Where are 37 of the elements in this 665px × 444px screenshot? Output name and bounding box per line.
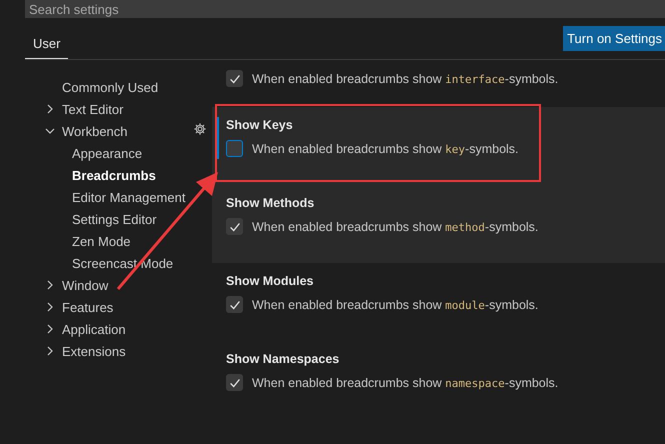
settings-tab[interactable]: User (25, 36, 68, 59)
chevron-right-icon[interactable] (45, 280, 55, 290)
chevron-right-icon[interactable] (45, 346, 55, 356)
setting-title: Show Modules (226, 274, 314, 290)
setting-checkbox[interactable] (226, 70, 243, 87)
tree-item[interactable]: Text Editor (62, 102, 124, 116)
chevron-down-icon[interactable] (45, 126, 55, 136)
setting-checkbox[interactable] (226, 296, 243, 313)
setting-title: Show Namespaces (226, 352, 340, 368)
chevron-right-icon[interactable] (45, 302, 55, 312)
chevron-right-icon[interactable] (45, 104, 55, 114)
setting-title: Show Methods (226, 196, 316, 212)
setting-checkbox[interactable] (226, 218, 243, 235)
tree-item[interactable]: Zen Mode (72, 234, 131, 248)
tree-item[interactable]: Editor Management (72, 190, 186, 204)
tree-item[interactable]: Window (62, 278, 108, 292)
tree-item[interactable]: Application (62, 322, 126, 336)
tree-item[interactable]: Appearance (72, 146, 142, 160)
settings-gear-icon[interactable] (193, 122, 207, 136)
setting-description: When enabled breadcrumbs show module-symbols. (252, 298, 538, 312)
setting-checkbox[interactable] (226, 140, 243, 157)
tree-item[interactable]: Extensions (62, 344, 126, 358)
tree-item[interactable]: Features (62, 300, 114, 314)
setting-description: When enabled breadcrumbs show namespace-symbols. (252, 376, 558, 390)
tree-item[interactable]: Workbench (62, 124, 128, 138)
tree-item[interactable]: Breadcrumbs (72, 168, 156, 182)
tree-item[interactable]: Settings Editor (72, 212, 157, 226)
search-field[interactable]: Search settings (25, 0, 665, 18)
setting-description: When enabled breadcrumbs show method-symbols. (252, 220, 538, 234)
chevron-right-icon[interactable] (45, 324, 55, 334)
setting-description: When enabled breadcrumbs show interface-symbols. (252, 72, 558, 86)
tree-item[interactable]: Commonly Used (62, 80, 158, 94)
setting-title: Show Keys (226, 118, 294, 134)
setting-description: When enabled breadcrumbs show key-symbols. (252, 142, 519, 156)
focus-indicator (217, 117, 219, 159)
turn-on-settings-sync-button[interactable]: Turn on Settings (563, 26, 665, 51)
setting-checkbox[interactable] (226, 374, 243, 391)
